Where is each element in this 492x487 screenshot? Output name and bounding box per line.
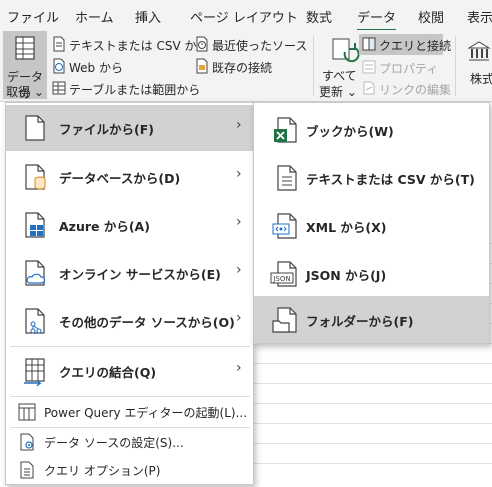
text-file-icon: [53, 36, 65, 52]
gridline: [250, 463, 492, 464]
queries-connections-icon: [362, 37, 376, 51]
submenu-item-label: フォルダーから(F): [306, 314, 414, 329]
properties-button[interactable]: プロパティ: [379, 60, 438, 77]
tab-page-layout[interactable]: ページ レイアウト: [190, 7, 298, 26]
tab-view[interactable]: 表示: [467, 7, 492, 26]
get-data-button[interactable]: データの 取得 ⌄: [3, 31, 47, 101]
get-data-label-2: 取得 ⌄: [6, 85, 44, 99]
refresh-all-label-1[interactable]: すべて: [322, 67, 357, 84]
submenu-item-from-json[interactable]: JSON JSON から(J): [254, 250, 489, 297]
tab-review[interactable]: 校閲: [418, 7, 444, 26]
gridline: [250, 423, 492, 424]
properties-icon: [362, 60, 376, 74]
menu-item-from-database[interactable]: データベースから(D) ›: [6, 154, 253, 200]
menu-item-launch-power-query[interactable]: Power Query エディターの起動(L)...: [6, 399, 253, 425]
database-table-icon: [15, 36, 35, 60]
ribbon-tab-bar: ファイル ホーム 挿入 ページ レイアウト 数式 データ 校閲 表示: [0, 0, 492, 32]
stocks-button[interactable]: 株式: [470, 70, 492, 87]
menu-item-label: Azure から(A): [59, 219, 150, 234]
menu-item-label: その他のデータ ソースから(O): [59, 315, 235, 330]
submenu-item-label: XML から(X): [306, 220, 387, 235]
stocks-icon: [467, 41, 491, 61]
chevron-right-icon: ›: [236, 117, 242, 133]
menu-divider: [10, 396, 250, 397]
power-query-editor-icon: [18, 403, 36, 421]
ribbon-separator: [455, 36, 456, 96]
text-csv-file-icon: [277, 165, 297, 191]
other-source-icon: [25, 308, 45, 334]
menu-item-from-azure[interactable]: Azure から(A) ›: [6, 202, 253, 248]
menu-item-combine-queries[interactable]: クエリの結合(Q) ›: [6, 348, 253, 394]
menu-item-label: オンライン サービスから(E): [59, 267, 221, 282]
menu-item-label: データ ソースの設定(S)...: [44, 436, 184, 450]
tab-insert[interactable]: 挿入: [135, 7, 161, 26]
database-file-icon: [25, 164, 46, 190]
menu-item-label: クエリ オプション(P): [44, 464, 161, 478]
from-text-csv-button[interactable]: テキストまたは CSV から: [69, 37, 208, 54]
edit-links-icon: [363, 81, 375, 95]
menu-divider: [10, 346, 250, 347]
menu-item-from-file[interactable]: ファイルから(F) ›: [6, 105, 253, 151]
gridline: [250, 363, 492, 364]
recent-sources-button[interactable]: 最近使ったソース: [212, 37, 307, 54]
get-data-menu: ファイルから(F) › データベースから(D) › Azure から(A) ›: [5, 102, 254, 485]
menu-item-data-source-settings[interactable]: データ ソースの設定(S)...: [6, 429, 253, 455]
from-web-button[interactable]: Web から: [69, 59, 123, 76]
cloud-file-icon: [25, 260, 46, 286]
chevron-right-icon: ›: [236, 166, 242, 182]
json-file-icon: JSON: [270, 261, 297, 287]
tab-home[interactable]: ホーム: [75, 7, 114, 26]
chevron-right-icon: ›: [236, 360, 242, 376]
xml-file-icon: [272, 213, 297, 239]
submenu-item-label: JSON から(J): [306, 268, 387, 283]
refresh-all-label-2[interactable]: 更新 ⌄: [319, 83, 357, 100]
folder-file-icon: [272, 307, 297, 333]
chevron-right-icon: ›: [236, 262, 242, 278]
queries-connections-button[interactable]: クエリと接続: [359, 34, 451, 55]
svg-text:JSON: JSON: [272, 275, 290, 283]
edit-links-button[interactable]: リンクの編集: [379, 81, 451, 98]
azure-file-icon: [25, 212, 45, 238]
from-file-submenu: ブックから(W) テキストまたは CSV から(T) XML から(X) JSO…: [253, 102, 490, 344]
from-table-range-button[interactable]: テーブルまたは範囲から: [69, 81, 200, 98]
menu-item-label: Power Query エディターの起動(L)...: [44, 406, 248, 420]
ribbon-separator: [313, 36, 314, 96]
combine-queries-icon: [24, 358, 45, 386]
submenu-item-from-xml[interactable]: XML から(X): [254, 202, 489, 249]
excel-workbook-icon: [274, 117, 297, 143]
ribbon: データの 取得 ⌄ テキストまたは CSV から Web から テーブルまたは範…: [0, 30, 492, 126]
recent-sources-icon: [196, 36, 208, 52]
tab-data[interactable]: データ: [357, 7, 397, 32]
submenu-item-label: ブックから(W): [306, 124, 394, 139]
query-options-icon: [20, 461, 34, 479]
existing-connections-button[interactable]: 既存の接続: [212, 59, 272, 76]
web-icon: [53, 58, 65, 74]
menu-item-query-options[interactable]: クエリ オプション(P): [6, 457, 253, 483]
file-icon: [25, 115, 45, 141]
submenu-item-from-folder[interactable]: フォルダーから(F): [254, 296, 489, 343]
chevron-right-icon: ›: [236, 310, 242, 326]
menu-item-label: ファイルから(F): [59, 122, 154, 137]
queries-connections-label: クエリと接続: [379, 39, 452, 53]
chevron-right-icon: ›: [236, 214, 242, 230]
submenu-item-from-workbook[interactable]: ブックから(W): [254, 106, 489, 153]
data-source-settings-icon: [20, 433, 34, 451]
refresh-all-icon: [332, 38, 360, 63]
table-icon: [52, 81, 66, 95]
submenu-item-label: テキストまたは CSV から(T): [306, 172, 475, 187]
existing-connections-icon: [196, 58, 208, 74]
tab-formulas[interactable]: 数式: [306, 7, 332, 26]
menu-item-from-online-services[interactable]: オンライン サービスから(E) ›: [6, 250, 253, 296]
menu-item-label: データベースから(D): [59, 171, 181, 186]
menu-item-from-other-sources[interactable]: その他のデータ ソースから(O) ›: [6, 298, 253, 344]
menu-divider: [10, 427, 250, 428]
submenu-item-from-text-csv[interactable]: テキストまたは CSV から(T): [254, 154, 489, 201]
gridline: [250, 443, 492, 444]
gridline: [250, 403, 492, 404]
tab-file[interactable]: ファイル: [7, 7, 59, 26]
menu-item-label: クエリの結合(Q): [59, 365, 157, 380]
gridline: [250, 383, 492, 384]
